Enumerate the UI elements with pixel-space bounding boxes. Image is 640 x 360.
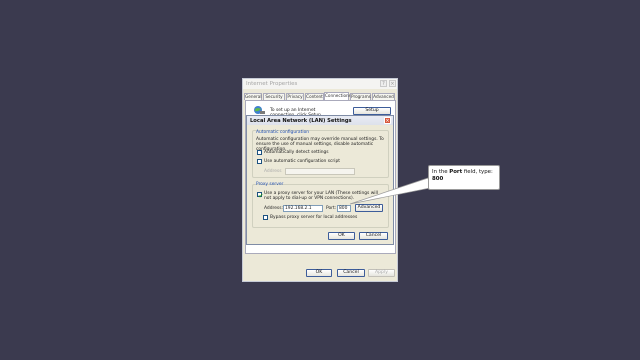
tab-security[interactable]: Security — [263, 93, 285, 100]
automatic-configuration-label: Automatic configuration — [256, 130, 310, 135]
config-script-checkbox[interactable] — [257, 159, 262, 164]
tab-bar: General Security Privacy Content Connect… — [243, 92, 397, 100]
port-label: Port: — [326, 206, 337, 211]
setup-button[interactable]: Setup — [353, 107, 391, 115]
apply-button[interactable]: Apply — [368, 269, 395, 277]
proxy-address-input[interactable]: 192.168.2.1 — [283, 205, 323, 212]
close-icon[interactable]: × — [389, 80, 396, 87]
callout-field-name: Port — [449, 169, 463, 175]
bypass-local-label: Bypass proxy server for local addresses — [270, 215, 358, 220]
screen-background: { "internet_properties": { "title": "Int… — [0, 0, 640, 360]
config-script-label: Use automatic configuration script — [264, 159, 340, 164]
window-title: Internet Properties — [246, 81, 298, 87]
lan-ok-button[interactable]: OK — [328, 232, 355, 240]
script-address-label: Address — [264, 169, 282, 174]
lan-cancel-button[interactable]: Cancel — [359, 232, 388, 240]
checkmark-icon — [258, 193, 263, 198]
tab-general[interactable]: General — [244, 93, 262, 100]
callout-value: 800 — [432, 176, 444, 182]
window-title-bar: Internet Properties — [243, 79, 397, 89]
tab-advanced[interactable]: Advanced — [372, 93, 395, 100]
callout-pointer — [349, 177, 431, 205]
proxy-address-label: Address: — [264, 206, 283, 211]
tab-connections[interactable]: Connections — [324, 92, 351, 100]
auto-detect-checkbox[interactable] — [257, 150, 262, 155]
help-icon[interactable]: ? — [380, 80, 387, 87]
proxy-server-label: Proxy server — [256, 182, 284, 187]
dialog-title-bar: Local Area Network (LAN) Settings — [247, 116, 393, 125]
callout-text-before: In the — [432, 169, 450, 175]
dialog-title: Local Area Network (LAN) Settings — [250, 117, 352, 124]
bypass-local-checkbox[interactable] — [263, 215, 268, 220]
use-proxy-checkbox[interactable] — [257, 192, 263, 198]
instruction-callout: In the Port field, type: 800 — [428, 165, 500, 190]
tab-programs[interactable]: Programs — [350, 93, 371, 100]
auto-detect-label: Automatically detect settings — [264, 150, 329, 155]
tab-content[interactable]: Content — [305, 93, 324, 100]
ok-button[interactable]: OK — [306, 269, 332, 277]
globe-network-icon — [254, 106, 265, 114]
tab-privacy[interactable]: Privacy — [286, 93, 304, 100]
close-icon[interactable]: × — [384, 117, 391, 124]
cancel-button[interactable]: Cancel — [337, 269, 365, 277]
callout-text-after: field, type: — [462, 169, 493, 175]
